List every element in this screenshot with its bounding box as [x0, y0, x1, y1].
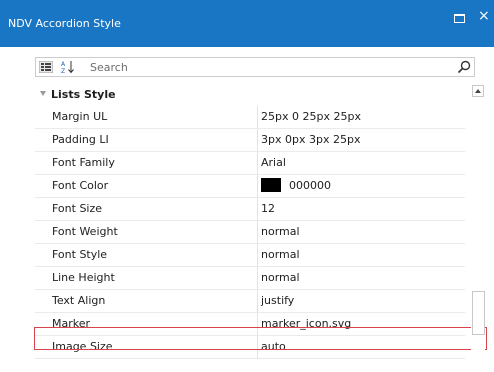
property-value[interactable]: auto: [258, 336, 465, 359]
window-title: NDV Accordion Style: [8, 17, 121, 30]
property-name: Font Color: [35, 175, 258, 198]
property-name: Line Height: [35, 267, 258, 290]
collapse-caret-icon[interactable]: [40, 91, 46, 96]
property-row-font-size[interactable]: Font Size 12: [35, 198, 465, 221]
property-row-font-style[interactable]: Font Style normal: [35, 244, 465, 267]
property-value[interactable]: normal: [258, 244, 465, 267]
search-input[interactable]: [84, 59, 444, 75]
property-value[interactable]: 3px 0px 3px 25px: [258, 129, 465, 152]
property-value-color[interactable]: 000000: [258, 175, 465, 198]
section-header-lists-style[interactable]: Lists Style: [35, 84, 473, 106]
property-row-font-family[interactable]: Font Family Arial: [35, 152, 465, 175]
property-value[interactable]: normal: [258, 221, 465, 244]
property-row-padding-li[interactable]: Padding LI 3px 0px 3px 25px: [35, 129, 465, 152]
scroll-up-button[interactable]: [472, 85, 484, 97]
property-row-line-height[interactable]: Line Height normal: [35, 267, 465, 290]
scrollbar-thumb[interactable]: [472, 291, 485, 335]
section-label: Lists Style: [51, 88, 116, 101]
arrow-up-icon: [475, 89, 481, 93]
color-swatch[interactable]: [261, 178, 281, 192]
property-name: Font Family: [35, 152, 258, 175]
property-value[interactable]: 12: [258, 198, 465, 221]
property-value[interactable]: marker_icon.svg ...: [258, 313, 465, 336]
property-value[interactable]: normal: [258, 267, 465, 290]
property-name: Text Align: [35, 290, 258, 313]
property-panel: A Z Lists Style Margin UL 25px 0 25px 25…: [25, 47, 487, 372]
property-row-font-weight[interactable]: Font Weight normal: [35, 221, 465, 244]
property-grid: Lists Style Margin UL 25px 0 25px 25px P…: [35, 84, 473, 372]
property-row-marker[interactable]: Marker marker_icon.svg ...: [35, 313, 465, 336]
property-name: Margin UL: [35, 106, 258, 129]
property-name: Font Style: [35, 244, 258, 267]
property-name: Marker: [35, 313, 258, 336]
color-hex-value: 000000: [289, 179, 331, 192]
marker-file-value: marker_icon.svg: [261, 317, 352, 330]
property-row-margin-ul[interactable]: Margin UL 25px 0 25px 25px: [35, 106, 465, 129]
property-value[interactable]: 25px 0 25px 25px: [258, 106, 465, 129]
property-row-image-size[interactable]: Image Size auto: [35, 336, 465, 359]
vertical-scrollbar[interactable]: [471, 85, 485, 372]
sort-alphabetical-icon[interactable]: A Z: [61, 60, 75, 75]
categorized-icon[interactable]: [38, 60, 54, 74]
svg-text:A: A: [61, 61, 66, 68]
property-name: Image Size: [35, 336, 258, 359]
property-toolbar: A Z: [35, 57, 475, 77]
property-row-text-align[interactable]: Text Align justify: [35, 290, 465, 313]
svg-text:Z: Z: [61, 68, 65, 74]
property-value[interactable]: justify: [258, 290, 465, 313]
search-icon[interactable]: [457, 60, 471, 74]
maximize-button[interactable]: [454, 14, 465, 23]
property-row-font-color[interactable]: Font Color 000000: [35, 175, 465, 198]
property-name: Font Size: [35, 198, 258, 221]
title-bar: NDV Accordion Style ×: [0, 0, 494, 47]
property-name: Font Weight: [35, 221, 258, 244]
property-name: Padding LI: [35, 129, 258, 152]
property-value[interactable]: Arial: [258, 152, 465, 175]
close-button[interactable]: ×: [478, 8, 490, 24]
